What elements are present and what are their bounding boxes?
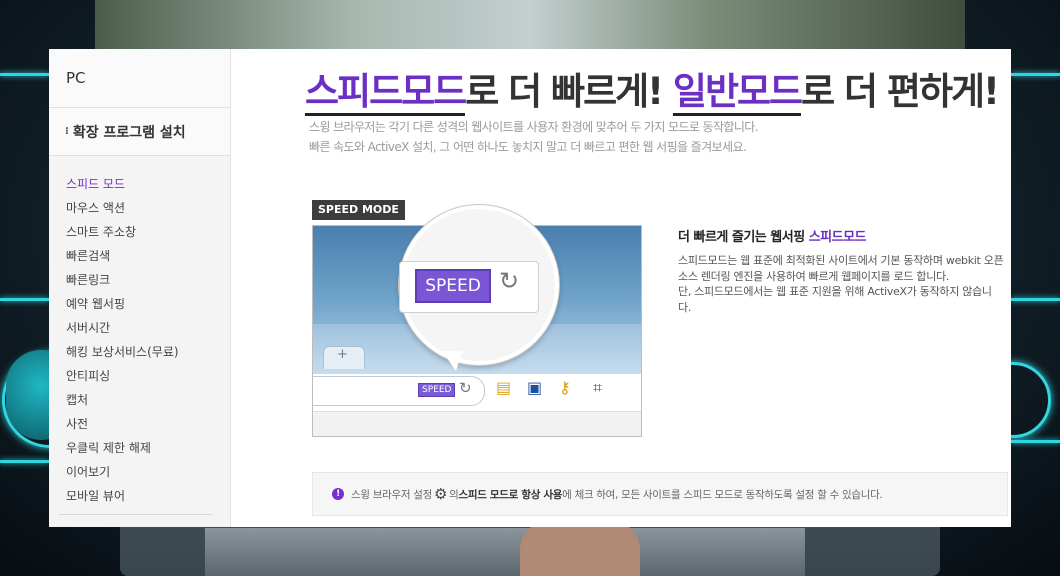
sidebar-menu: 스피드 모드 마우스 액션 스마트 주소창 빠른검색 빠른링크 예약 웹서핑 서버시간 해킹 … — [49, 156, 230, 508]
description-paragraph: 스피드모드는 웹 표준에 최적화된 사이트에서 기본 동작하며 webkit 오… — [678, 254, 1004, 283]
sidebar-divider — [59, 514, 212, 515]
circuit-line — [1011, 440, 1060, 443]
key-icon: ⚷ — [559, 378, 571, 397]
subtitle-line: 스윙 브라우저는 각기 다른 성격의 웹사이트를 사용자 환경에 맞추어 두 가… — [309, 120, 759, 134]
title-text: 로 더 빠르게! — [465, 70, 673, 113]
memo-icon: ▤ — [496, 378, 512, 397]
circuit-line — [0, 73, 49, 76]
sidebar-item[interactable]: 해킹 보상서비스(무료) — [49, 340, 230, 364]
zoom-bubble: SPEED ↻ — [399, 205, 559, 365]
speed-mode-button-zoomed: SPEED — [415, 269, 491, 303]
sidebar-item[interactable]: 마우스 액션 — [49, 196, 230, 220]
reload-icon: ↻ — [499, 267, 520, 295]
save-icon: ▣ — [527, 378, 543, 397]
description-body: 스피드모드는 웹 표준에 최적화된 사이트에서 기본 동작하며 webkit 오… — [678, 253, 1004, 315]
new-tab-icon: + — [337, 347, 348, 362]
capture-icon: ⌗ — [593, 378, 603, 397]
sidebar-item[interactable]: 예약 웹서핑 — [49, 292, 230, 316]
sidebar-item[interactable]: 모바일 뷰어 — [49, 484, 230, 508]
sidebar-item[interactable]: 우클릭 제한 해제 — [49, 436, 230, 460]
title-speed-mode: 스피드모드 — [305, 70, 467, 116]
description-title: 더 빠르게 즐기는 웹서핑 스피드모드 — [678, 226, 867, 245]
notice-bold-text: 스피드 모드로 항상 사용 — [458, 488, 563, 501]
sidebar-item[interactable]: 안티피싱 — [49, 364, 230, 388]
page-title: 스피드모드로 더 빠르게! 일반모드로 더 편하게! — [305, 61, 1000, 116]
bubble-tail — [442, 351, 462, 371]
speed-mode-small-button: SPEED — [418, 383, 456, 397]
notice-text: 스윙 브라우저 설정 — [351, 488, 432, 501]
sidebar-extension-label: 확장 프로그램 설치 — [72, 124, 186, 141]
circuit-line — [1011, 298, 1060, 301]
gear-icon: ⚙ — [433, 485, 448, 503]
sidebar-item[interactable]: 스마트 주소창 — [49, 220, 230, 244]
notice-text: 에 체크 하여, 모든 사이트를 스피드 모드로 동작하도록 설정 할 수 있습… — [562, 488, 883, 501]
sidebar: PC ⁝ 확장 프로그램 설치 스피드 모드 마우스 액션 스마트 주소창 빠른검색 빠… — [49, 49, 231, 527]
sidebar-item[interactable]: 빠른검색 — [49, 244, 230, 268]
reload-icon: ↻ — [459, 379, 472, 397]
settings-notice: ! 스윙 브라우저 설정 ⚙ 의 스피드 모드로 항상 사용 에 체크 하여, … — [312, 472, 1008, 516]
speed-mode-badge: SPEED MODE — [312, 200, 405, 220]
list-bullet-icon: ⁝ — [65, 126, 69, 137]
sidebar-pc-header[interactable]: PC — [49, 49, 230, 108]
circuit-line — [0, 298, 49, 301]
circuit-line — [1011, 73, 1060, 76]
sidebar-item[interactable]: 서버시간 — [49, 316, 230, 340]
keyboard-image — [205, 528, 805, 576]
sidebar-item[interactable]: 빠른링크 — [49, 268, 230, 292]
title-normal-mode: 일반모드 — [672, 70, 803, 116]
screenshot-page-area — [313, 411, 641, 436]
sidebar-item[interactable]: 캡처 — [49, 388, 230, 412]
laptop-screen-image — [95, 0, 965, 50]
description-paragraph: 단, 스피드모드에서는 웹 표준 지원을 위해 ActiveX가 동작하지 않습… — [678, 285, 992, 314]
page-subtitle: 스윙 브라우저는 각기 다른 성격의 웹사이트를 사용자 환경에 맞추어 두 가… — [309, 117, 759, 157]
sidebar-item[interactable]: 사전 — [49, 412, 230, 436]
content-panel: PC ⁝ 확장 프로그램 설치 스피드 모드 마우스 액션 스마트 주소창 빠른검색 빠… — [49, 49, 1011, 527]
subtitle-line: 빠른 속도와 ActiveX 설치, 그 어떤 하나도 놓치지 말고 더 빠르고… — [309, 140, 747, 154]
description-title-text: 더 빠르게 즐기는 웹서핑 — [678, 230, 809, 245]
description-title-highlight: 스피드모드 — [808, 230, 867, 245]
sidebar-item[interactable]: 스피드 모드 — [49, 172, 230, 196]
title-text: 로 더 편하게! — [801, 70, 1000, 113]
notice-text: 의 — [449, 488, 459, 501]
exclamation-icon: ! — [332, 488, 344, 500]
circuit-line — [0, 460, 49, 463]
sidebar-extension-install[interactable]: ⁝ 확장 프로그램 설치 — [49, 108, 230, 156]
hand-image — [520, 520, 640, 576]
sidebar-item[interactable]: 이어보기 — [49, 460, 230, 484]
